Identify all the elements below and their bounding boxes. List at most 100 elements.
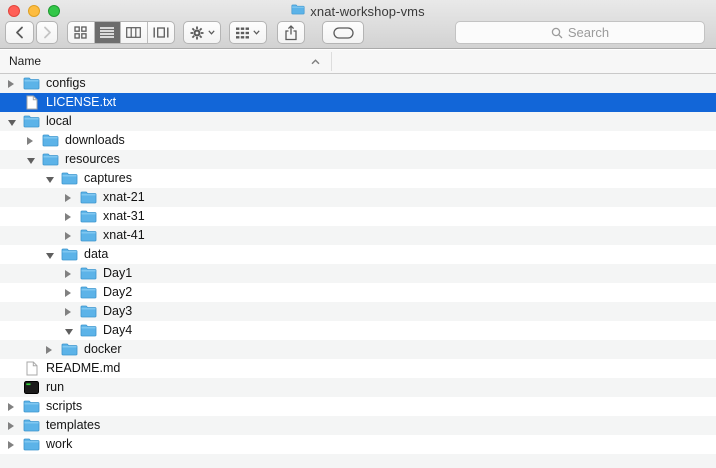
- share-button[interactable]: [277, 21, 305, 44]
- list-item[interactable]: xnat-41: [0, 226, 716, 245]
- list-view-icon: [100, 27, 114, 38]
- finder-window: xnat-workshop-vms: [0, 0, 716, 468]
- item-name: configs: [46, 74, 86, 93]
- disclosure-triangle-expanded[interactable]: [46, 253, 54, 259]
- arrange-menu-button[interactable]: [229, 21, 267, 44]
- item-name: run: [46, 378, 64, 397]
- document-icon: [23, 93, 40, 112]
- list-item[interactable]: resources: [0, 150, 716, 169]
- disclosure-triangle-collapsed[interactable]: [27, 137, 33, 145]
- sort-ascending-icon[interactable]: [311, 59, 320, 65]
- item-name: captures: [84, 169, 132, 188]
- list-item[interactable]: LICENSE.txt: [0, 93, 716, 112]
- tags-button[interactable]: [322, 21, 364, 44]
- disclosure-triangle-collapsed[interactable]: [65, 232, 71, 240]
- search-icon: [551, 27, 563, 39]
- empty-row: [0, 454, 716, 468]
- folder-icon: [23, 112, 40, 131]
- list-item[interactable]: Day3: [0, 302, 716, 321]
- titlebar[interactable]: xnat-workshop-vms: [0, 0, 716, 18]
- item-name: Day2: [103, 283, 132, 302]
- disclosure-triangle-collapsed[interactable]: [65, 213, 71, 221]
- list-item[interactable]: data: [0, 245, 716, 264]
- view-mode-segmented-control: [67, 21, 175, 44]
- list-item[interactable]: Day2: [0, 283, 716, 302]
- disclosure-triangle-collapsed[interactable]: [65, 270, 71, 278]
- folder-icon: [61, 245, 78, 264]
- tag-icon: [333, 27, 354, 39]
- list-item[interactable]: README.md: [0, 359, 716, 378]
- list-item[interactable]: Day1: [0, 264, 716, 283]
- icon-view-icon: [74, 26, 87, 39]
- disclosure-triangle-expanded[interactable]: [65, 329, 73, 335]
- list-item[interactable]: xnat-21: [0, 188, 716, 207]
- folder-icon: [61, 340, 78, 359]
- search-input[interactable]: Search: [455, 21, 705, 44]
- item-name: templates: [46, 416, 100, 435]
- item-name: data: [84, 245, 108, 264]
- toolbar: Search: [0, 18, 716, 49]
- list-item[interactable]: Day4: [0, 321, 716, 340]
- folder-icon: [61, 169, 78, 188]
- list-view-button[interactable]: [95, 22, 122, 43]
- coverflow-view-button[interactable]: [148, 22, 175, 43]
- disclosure-triangle-expanded[interactable]: [8, 120, 16, 126]
- list-item[interactable]: templates: [0, 416, 716, 435]
- folder-icon: [42, 131, 59, 150]
- window-title: xnat-workshop-vms: [310, 4, 424, 19]
- list-item[interactable]: local: [0, 112, 716, 131]
- icon-view-button[interactable]: [68, 22, 95, 43]
- list-item[interactable]: downloads: [0, 131, 716, 150]
- disclosure-triangle-collapsed[interactable]: [8, 403, 14, 411]
- forward-button[interactable]: [36, 21, 58, 44]
- folder-icon: [23, 397, 40, 416]
- column-view-button[interactable]: [121, 22, 148, 43]
- disclosure-triangle-expanded[interactable]: [27, 158, 35, 164]
- folder-icon: [80, 226, 97, 245]
- folder-icon: [80, 207, 97, 226]
- item-name: README.md: [46, 359, 120, 378]
- item-name: xnat-31: [103, 207, 145, 226]
- document-icon: [23, 359, 40, 378]
- folder-icon: [23, 74, 40, 93]
- item-name: Day4: [103, 321, 132, 340]
- arrange-grid-icon: [236, 27, 249, 39]
- disclosure-triangle-collapsed[interactable]: [65, 289, 71, 297]
- list-item[interactable]: configs: [0, 74, 716, 93]
- executable-icon: [23, 378, 40, 397]
- list-item[interactable]: work: [0, 435, 716, 454]
- item-name: Day1: [103, 264, 132, 283]
- disclosure-triangle-collapsed[interactable]: [8, 80, 14, 88]
- chevron-right-icon: [43, 26, 52, 39]
- item-name: Day3: [103, 302, 132, 321]
- column-divider[interactable]: [331, 52, 332, 71]
- share-icon: [284, 25, 298, 41]
- disclosure-triangle-collapsed[interactable]: [8, 441, 14, 449]
- item-name: work: [46, 435, 72, 454]
- window-chrome: xnat-workshop-vms: [0, 0, 716, 49]
- disclosure-triangle-collapsed[interactable]: [8, 422, 14, 430]
- disclosure-triangle-collapsed[interactable]: [65, 194, 71, 202]
- column-view-icon: [126, 27, 141, 38]
- disclosure-triangle-collapsed[interactable]: [65, 308, 71, 316]
- item-name: xnat-21: [103, 188, 145, 207]
- disclosure-triangle-expanded[interactable]: [46, 177, 54, 183]
- list-item[interactable]: run: [0, 378, 716, 397]
- disclosure-triangle-collapsed[interactable]: [46, 346, 52, 354]
- list-item[interactable]: captures: [0, 169, 716, 188]
- folder-icon: [23, 416, 40, 435]
- column-header: Name: [0, 50, 716, 74]
- folder-icon: [80, 264, 97, 283]
- folder-icon: [80, 302, 97, 321]
- list-item[interactable]: xnat-31: [0, 207, 716, 226]
- item-name: xnat-41: [103, 226, 145, 245]
- folder-icon: [23, 435, 40, 454]
- folder-icon: [80, 321, 97, 340]
- back-button[interactable]: [5, 21, 34, 44]
- chevron-down-icon: [253, 30, 260, 35]
- list-item[interactable]: scripts: [0, 397, 716, 416]
- column-header-name[interactable]: Name: [9, 54, 41, 68]
- list-item[interactable]: docker: [0, 340, 716, 359]
- item-name: local: [46, 112, 72, 131]
- action-menu-button[interactable]: [183, 21, 221, 44]
